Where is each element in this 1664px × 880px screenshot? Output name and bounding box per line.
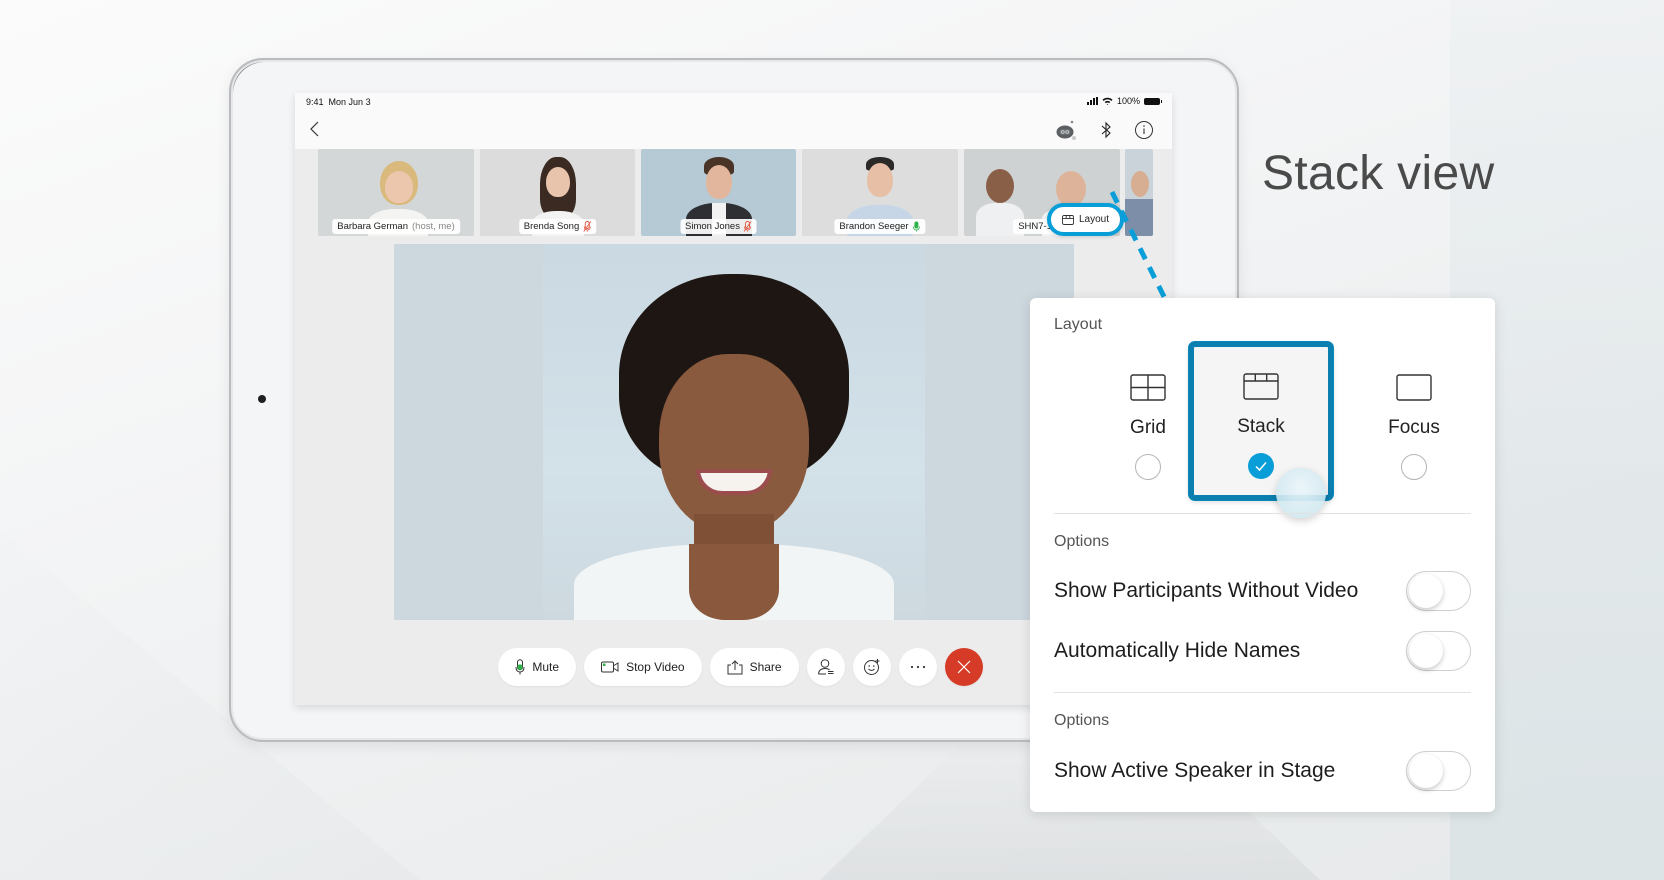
participant-tile[interactable]: Brenda Song <box>480 149 635 236</box>
option-row: Show Active Speaker in Stage <box>1054 750 1471 792</box>
battery-icon <box>1144 97 1162 105</box>
layout-button-label: Layout <box>1078 214 1110 225</box>
more-button[interactable] <box>898 648 937 686</box>
bluetooth-icon[interactable] <box>1095 119 1117 141</box>
checkmark-icon <box>1255 462 1267 472</box>
radio-unselected[interactable] <box>1401 454 1427 480</box>
grid-layout-icon <box>1130 374 1166 401</box>
participant-tile[interactable]: Simon Jones <box>641 149 796 236</box>
participant-tile-partial[interactable] <box>1125 149 1153 236</box>
share-icon <box>727 659 743 674</box>
nav-bar <box>295 111 1172 149</box>
option-label: Automatically Hide Names <box>1054 639 1301 662</box>
status-time: 9:41 <box>306 97 324 107</box>
share-button[interactable]: Share <box>709 648 799 686</box>
mic-muted-icon <box>744 221 752 232</box>
reactions-button[interactable] <box>852 648 891 686</box>
camera-icon <box>601 661 619 673</box>
more-icon <box>910 665 925 669</box>
show-active-speaker-toggle[interactable] <box>1406 751 1471 791</box>
option-row: Show Participants Without Video <box>1054 570 1471 612</box>
option-label: Show Active Speaker in Stage <box>1054 759 1336 782</box>
participant-name: Barbara German <box>337 221 408 232</box>
cellular-signal-icon <box>1086 97 1098 105</box>
battery-percent: 100% <box>1116 96 1140 106</box>
layout-section-title: Layout <box>1054 316 1103 333</box>
layout-option-label: Focus <box>1388 417 1440 438</box>
options-section-title: Options <box>1054 533 1110 550</box>
participant-strip: Barbara German (host, me) Brenda Song Sim… <box>295 149 1172 241</box>
divider <box>1054 692 1471 693</box>
chevron-left-icon[interactable] <box>307 120 325 138</box>
status-bar: 9:41 Mon Jun 3 100% <box>295 93 1172 111</box>
participants-icon <box>817 659 834 675</box>
stop-video-button[interactable]: Stop Video <box>584 648 702 686</box>
microphone-icon <box>515 659 525 675</box>
assistant-bot-icon[interactable] <box>1055 119 1077 141</box>
emoji-icon <box>863 659 880 675</box>
radio-unselected[interactable] <box>1135 454 1161 480</box>
active-speaker-video[interactable] <box>394 244 1074 620</box>
participants-button[interactable] <box>806 648 845 686</box>
mute-label: Mute <box>532 660 560 674</box>
participant-name: Brandon Seeger <box>839 221 909 232</box>
participant-name: Brenda Song <box>523 221 580 232</box>
layout-button[interactable]: Layout <box>1047 203 1124 236</box>
end-call-button[interactable] <box>944 648 983 686</box>
option-row: Automatically Hide Names <box>1054 630 1471 672</box>
speaker-face <box>659 354 809 534</box>
share-label: Share <box>749 660 782 674</box>
info-icon[interactable] <box>1133 119 1155 141</box>
participant-tile[interactable]: Brandon Seeger <box>802 149 958 236</box>
focus-layout-icon <box>1396 374 1432 401</box>
participant-name: Simon Jones <box>685 221 740 232</box>
status-date: Mon Jun 3 <box>328 97 371 107</box>
option-label: Show Participants Without Video <box>1054 579 1359 602</box>
show-participants-without-video-toggle[interactable] <box>1406 571 1471 611</box>
mute-button[interactable]: Mute <box>498 648 577 686</box>
stack-layout-icon <box>1243 373 1279 400</box>
page-headline: Stack view <box>1262 147 1495 200</box>
end-call-icon <box>957 660 971 674</box>
participant-role: (host, me) <box>412 221 455 232</box>
layout-popover: Layout Grid Stack Focus Options Show Par… <box>1030 298 1495 812</box>
touch-indicator <box>1276 468 1326 518</box>
layout-icon <box>1062 214 1074 225</box>
auto-hide-names-toggle[interactable] <box>1406 631 1471 671</box>
mic-active-icon <box>913 221 921 232</box>
mic-muted-icon <box>583 221 592 232</box>
options-section-title: Options <box>1054 712 1110 729</box>
stop-video-label: Stop Video <box>626 660 685 674</box>
divider <box>1054 513 1471 514</box>
wifi-icon <box>1102 97 1113 105</box>
layout-option-label: Stack <box>1237 416 1285 437</box>
participant-tile[interactable]: Barbara German (host, me) <box>318 149 474 236</box>
ipad-camera-dot <box>258 395 266 403</box>
layout-option-focus[interactable]: Focus <box>1344 343 1484 498</box>
radio-selected[interactable] <box>1248 453 1274 479</box>
